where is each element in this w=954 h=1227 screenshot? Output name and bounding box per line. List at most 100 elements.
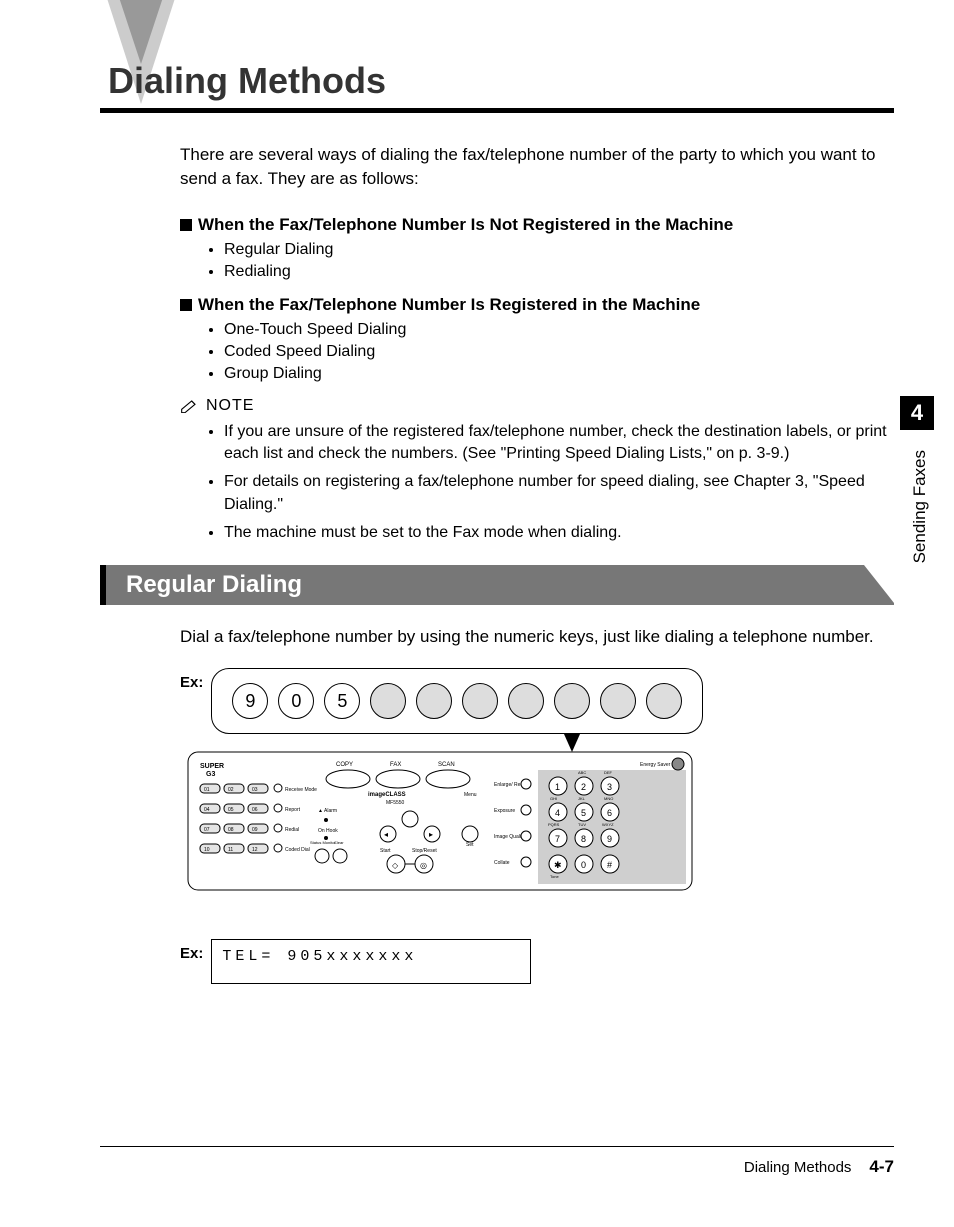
note-item: If you are unsure of the registered fax/… bbox=[224, 421, 894, 466]
svg-text:Energy Saver: Energy Saver bbox=[640, 762, 671, 768]
svg-text:ABC: ABC bbox=[578, 770, 586, 775]
svg-text:Coded Dial: Coded Dial bbox=[285, 847, 310, 853]
footer-page-number: 4-7 bbox=[869, 1157, 894, 1177]
example-lcd: Ex: TEL= 905xxxxxxx bbox=[180, 939, 894, 984]
key-blank bbox=[600, 683, 636, 719]
svg-text:TUV: TUV bbox=[578, 822, 586, 827]
svg-text:#: # bbox=[607, 860, 612, 870]
note-heading: NOTE bbox=[180, 397, 894, 415]
key-blank bbox=[554, 683, 590, 719]
svg-text:imageCLASS: imageCLASS bbox=[368, 792, 406, 798]
svg-text:11: 11 bbox=[228, 847, 233, 853]
title-block: Dialing Methods bbox=[100, 60, 894, 113]
svg-text:5: 5 bbox=[581, 808, 586, 818]
svg-text:◂: ◂ bbox=[384, 830, 388, 839]
svg-text:Status Monitor: Status Monitor bbox=[310, 840, 336, 845]
svg-text:Start: Start bbox=[380, 848, 391, 854]
list-item: Group Dialing bbox=[224, 365, 894, 383]
key-blank bbox=[646, 683, 682, 719]
svg-text:06: 06 bbox=[252, 807, 258, 813]
svg-text:Report: Report bbox=[285, 807, 301, 813]
key-5: 5 bbox=[324, 683, 360, 719]
page-title: Dialing Methods bbox=[100, 60, 894, 102]
pencil-note-icon bbox=[180, 399, 200, 413]
svg-text:Tone: Tone bbox=[550, 874, 559, 879]
svg-text:6: 6 bbox=[607, 808, 612, 818]
svg-text:12: 12 bbox=[252, 847, 258, 853]
svg-text:9: 9 bbox=[607, 834, 612, 844]
svg-text:MNO: MNO bbox=[604, 796, 613, 801]
section-heading-2: When the Fax/Telephone Number Is Registe… bbox=[180, 295, 894, 315]
svg-text:FAX: FAX bbox=[390, 762, 401, 768]
key-9: 9 bbox=[232, 683, 268, 719]
subsection-body: Dial a fax/telephone number by using the… bbox=[180, 625, 894, 649]
svg-text:10: 10 bbox=[204, 847, 210, 853]
svg-text:04: 04 bbox=[204, 807, 210, 813]
svg-text:02: 02 bbox=[228, 787, 234, 793]
square-bullet-icon bbox=[180, 299, 192, 311]
svg-text:◇: ◇ bbox=[392, 861, 399, 870]
svg-text:Receive Mode: Receive Mode bbox=[285, 787, 317, 793]
svg-text:09: 09 bbox=[252, 827, 258, 833]
ex-label: Ex: bbox=[180, 674, 203, 691]
list-item: Coded Speed Dialing bbox=[224, 343, 894, 361]
note-item: For details on registering a fax/telepho… bbox=[224, 471, 894, 516]
svg-text:▲: ▲ bbox=[318, 808, 323, 814]
square-bullet-icon bbox=[180, 219, 192, 231]
svg-text:03: 03 bbox=[252, 787, 258, 793]
section-1-list: Regular Dialing Redialing bbox=[210, 241, 894, 281]
svg-text:3: 3 bbox=[607, 782, 612, 792]
key-blank bbox=[462, 683, 498, 719]
list-item: One-Touch Speed Dialing bbox=[224, 321, 894, 339]
svg-text:Set: Set bbox=[466, 842, 474, 848]
svg-text:DEF: DEF bbox=[604, 770, 613, 775]
list-item: Regular Dialing bbox=[224, 241, 894, 259]
svg-text:Exposure: Exposure bbox=[494, 808, 515, 814]
svg-text:WXYZ: WXYZ bbox=[602, 822, 614, 827]
svg-text:0: 0 bbox=[581, 860, 586, 870]
svg-text:COPY: COPY bbox=[336, 762, 353, 768]
svg-text:On Hook: On Hook bbox=[318, 828, 338, 834]
svg-text:Redial: Redial bbox=[285, 827, 299, 833]
svg-text:7: 7 bbox=[555, 834, 560, 844]
title-underline bbox=[100, 108, 894, 113]
svg-text:4: 4 bbox=[555, 808, 560, 818]
svg-text:JKL: JKL bbox=[578, 796, 586, 801]
svg-text:Collate: Collate bbox=[494, 860, 510, 866]
key-0: 0 bbox=[278, 683, 314, 719]
svg-text:MF5550: MF5550 bbox=[386, 800, 405, 806]
svg-text:SCAN: SCAN bbox=[438, 762, 455, 768]
svg-text:Stop/Reset: Stop/Reset bbox=[412, 848, 437, 854]
svg-text:07: 07 bbox=[204, 827, 210, 833]
svg-text:1: 1 bbox=[555, 782, 560, 792]
chapter-tab: 4 bbox=[900, 396, 934, 430]
control-panel-illustration: SUPER G3 010203 040506 070809 101112 Rec… bbox=[180, 734, 894, 909]
example-keypad: Ex: 9 0 5 bbox=[180, 668, 894, 734]
footer-title: Dialing Methods bbox=[744, 1159, 852, 1176]
svg-text:8: 8 bbox=[581, 834, 586, 844]
svg-text:GHI: GHI bbox=[550, 796, 557, 801]
intro-text: There are several ways of dialing the fa… bbox=[180, 143, 894, 191]
page-footer: Dialing Methods 4-7 bbox=[744, 1157, 894, 1177]
ex-label-2: Ex: bbox=[180, 945, 203, 962]
subsection-bar: Regular Dialing bbox=[100, 565, 894, 605]
svg-text:PQRS: PQRS bbox=[548, 822, 560, 827]
key-blank bbox=[508, 683, 544, 719]
super-label: SUPER bbox=[200, 763, 224, 770]
chapter-side-label: Sending Faxes bbox=[910, 450, 930, 563]
keypad-outline: 9 0 5 bbox=[211, 668, 703, 734]
list-item: Redialing bbox=[224, 263, 894, 281]
lcd-display: TEL= 905xxxxxxx bbox=[211, 939, 531, 984]
key-blank bbox=[370, 683, 406, 719]
section-heading-1: When the Fax/Telephone Number Is Not Reg… bbox=[180, 215, 894, 235]
svg-text:▸: ▸ bbox=[429, 830, 433, 839]
svg-text:05: 05 bbox=[228, 807, 234, 813]
svg-text:08: 08 bbox=[228, 827, 234, 833]
svg-text:01: 01 bbox=[204, 787, 210, 793]
svg-text:◎: ◎ bbox=[420, 861, 427, 870]
g3-label: G3 bbox=[206, 771, 215, 778]
key-blank bbox=[416, 683, 452, 719]
svg-text:Menu: Menu bbox=[464, 792, 477, 798]
section-2-list: One-Touch Speed Dialing Coded Speed Dial… bbox=[210, 321, 894, 383]
svg-text:✱: ✱ bbox=[554, 860, 562, 870]
